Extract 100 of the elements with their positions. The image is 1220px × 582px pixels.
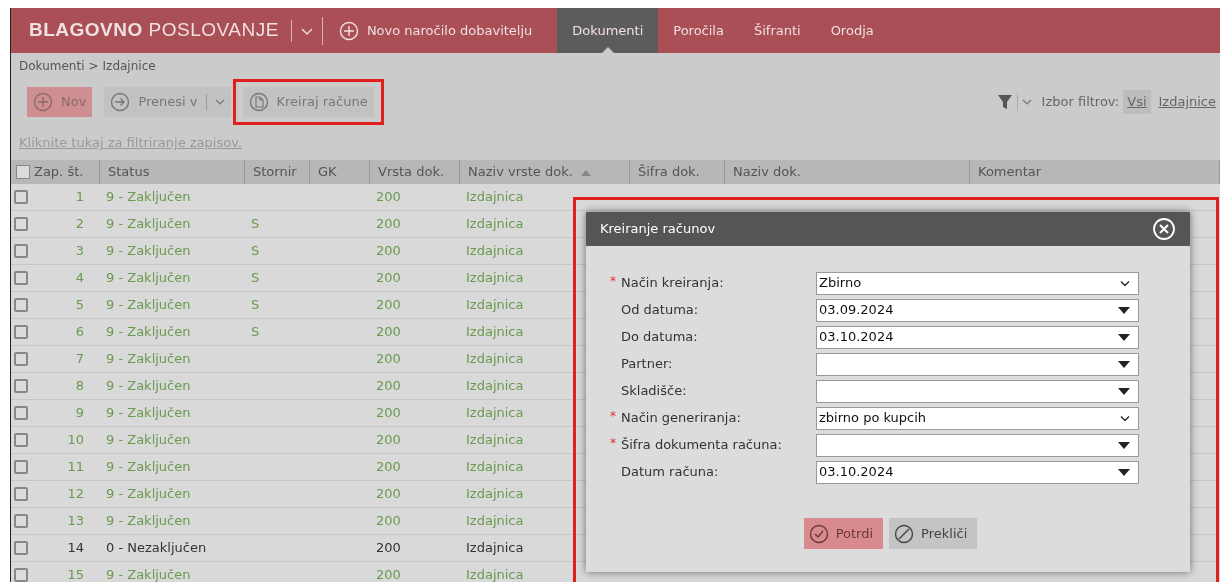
table-cell-text: 2	[75, 215, 84, 234]
app-title: BLAGOVNO POSLOVANJE	[29, 18, 279, 43]
checkbox[interactable]	[16, 165, 30, 179]
dropdown-arrow-icon	[1118, 306, 1130, 314]
nav-tab[interactable]: Poročila	[658, 8, 739, 53]
nav-tab[interactable]: Orodja	[815, 8, 889, 53]
row-checkbox[interactable]	[14, 406, 28, 420]
combo-field[interactable]: 03.10.2024	[816, 460, 1139, 484]
row-checkbox[interactable]	[14, 352, 28, 366]
table-cell-text: S	[251, 242, 260, 261]
row-checkbox[interactable]	[14, 379, 28, 393]
table-cell-text: 200	[376, 242, 401, 261]
table-cell-text: Izdajnica	[466, 377, 524, 396]
table-cell-text: 4	[75, 269, 84, 288]
field-label: Skladišče:	[621, 382, 688, 401]
table-cell-text: 200	[376, 350, 401, 369]
row-checkbox[interactable]	[14, 325, 28, 339]
table-cell-text: 8	[75, 377, 84, 396]
check-icon	[808, 523, 829, 544]
table-cell-text: 9 - Zaključen	[106, 512, 191, 531]
combo-field[interactable]: 03.09.2024	[816, 298, 1139, 322]
table-cell-text: 200	[376, 296, 401, 315]
table-cell-text: 10	[67, 431, 84, 450]
row-checkbox[interactable]	[14, 514, 28, 528]
table-cell-text: Izdajnica	[466, 215, 524, 234]
table-cell-text: Izdajnica	[466, 296, 524, 315]
chevron-down-icon[interactable]	[1021, 98, 1032, 106]
field-label: Do datuma:	[621, 328, 699, 347]
table-cell-text: 200	[376, 323, 401, 342]
combo-field[interactable]	[816, 433, 1139, 457]
table-cell-text: Izdajnica	[466, 404, 524, 423]
select-field[interactable]: Zbirno	[816, 271, 1139, 295]
table-cell-text: 9 - Zaključen	[106, 485, 191, 504]
field-label: Datum računa:	[621, 463, 720, 482]
required-mark: *	[610, 436, 616, 450]
confirm-button[interactable]: Potrdi	[803, 518, 884, 549]
cancel-icon	[894, 523, 915, 544]
field-label: Način generiranja:	[621, 409, 742, 428]
table-cell-text: 200	[376, 485, 401, 504]
table-cell-text: Izdajnica	[466, 512, 524, 531]
table-cell-text: Izdajnica	[466, 431, 524, 450]
table-cell-text: 200	[376, 431, 401, 450]
required-mark: *	[610, 409, 616, 423]
table-cell-text: 9 - Zaključen	[106, 404, 191, 423]
toolbar-button[interactable]: Kreiraj račune	[242, 87, 374, 117]
filter-icon[interactable]	[996, 93, 1013, 111]
row-checkbox[interactable]	[14, 190, 28, 204]
table-cell-text: 9 - Zaključen	[106, 215, 191, 234]
row-checkbox[interactable]	[14, 541, 28, 555]
table-cell-text: 200	[376, 188, 401, 207]
table-cell-text: 200	[376, 215, 401, 234]
row-checkbox[interactable]	[14, 433, 28, 447]
table-cell-text: 5	[75, 296, 84, 315]
dialog-title: Kreiranje računov	[600, 220, 716, 239]
filter-label: Izbor filtrov:	[1041, 93, 1120, 112]
row-checkbox[interactable]	[14, 487, 28, 501]
filter-link[interactable]: Vsi	[1123, 90, 1151, 114]
new-order-button[interactable]: Novo naročilo dobavitelju	[338, 20, 533, 41]
chevron-down-icon	[1120, 279, 1130, 287]
field-label: Šifra dokumenta računa:	[621, 436, 783, 455]
table-cell-text: Izdajnica	[466, 188, 524, 207]
table-cell-text: S	[251, 296, 260, 315]
table-cell-text: 9 - Zaključen	[106, 296, 191, 315]
field-label: Partner:	[621, 355, 674, 374]
breadcrumb-item[interactable]: Izdajnice	[102, 57, 156, 75]
combo-field[interactable]: 03.10.2024	[816, 325, 1139, 349]
chevron-down-icon	[1120, 414, 1130, 422]
breadcrumb-item[interactable]: Dokumenti	[19, 57, 85, 75]
cancel-button[interactable]: Prekliči	[889, 518, 978, 549]
row-checkbox[interactable]	[14, 217, 28, 231]
table-cell-text: 9 - Zaključen	[106, 377, 191, 396]
table-cell-text: 1	[75, 188, 84, 207]
table-cell-text: 9 - Zaključen	[106, 566, 191, 582]
close-icon[interactable]	[1152, 217, 1176, 241]
table-cell-text: 9	[75, 404, 84, 423]
table-cell-text: 14	[67, 539, 84, 558]
table-cell-text: 9 - Zaključen	[106, 431, 191, 450]
filter-link[interactable]: Izdajnice	[1154, 90, 1220, 114]
table-cell-text: 9 - Zaključen	[106, 458, 191, 477]
table-cell-text: 0 - Nezaključen	[106, 539, 207, 558]
dropdown-arrow-icon	[1118, 441, 1130, 449]
table-cell-text: Izdajnica	[466, 269, 524, 288]
toolbar-button[interactable]: Prenesi v	[104, 87, 231, 117]
select-field[interactable]: zbirno po kupcih	[816, 406, 1139, 430]
breadcrumb-separator: >	[88, 58, 99, 75]
plus-icon	[33, 92, 53, 112]
combo-field[interactable]	[816, 352, 1139, 376]
table-cell-text: 15	[67, 566, 84, 582]
nav-tab[interactable]: Dokumenti	[557, 8, 659, 53]
table-cell-text: 6	[75, 323, 84, 342]
table-cell-text: Izdajnica	[466, 350, 524, 369]
row-checkbox[interactable]	[14, 460, 28, 474]
row-checkbox[interactable]	[14, 244, 28, 258]
row-checkbox[interactable]	[14, 568, 28, 582]
table-cell-text: Izdajnica	[466, 485, 524, 504]
combo-field[interactable]	[816, 379, 1139, 403]
nav-tab[interactable]: Šifranti	[738, 8, 816, 53]
row-checkbox[interactable]	[14, 298, 28, 312]
table-cell-text: Izdajnica	[466, 539, 524, 558]
row-checkbox[interactable]	[14, 271, 28, 285]
